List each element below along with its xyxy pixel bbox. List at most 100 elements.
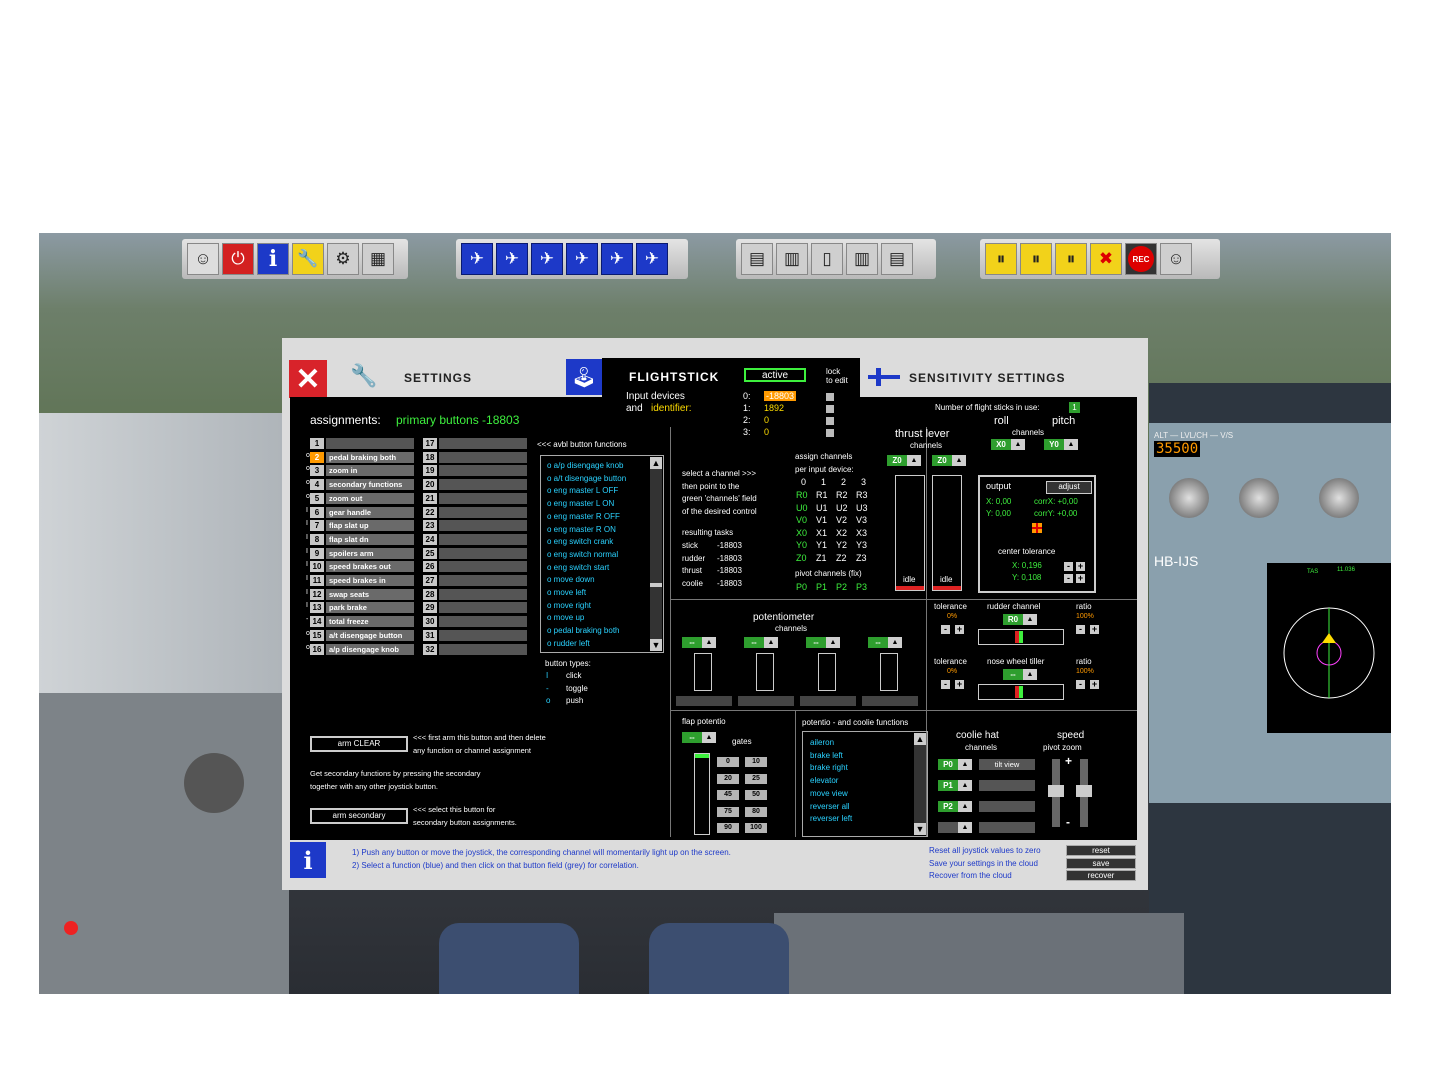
recover-button[interactable]: recover: [1066, 870, 1136, 881]
channel-cell[interactable]: X3: [856, 528, 867, 538]
channel-cell[interactable]: V0: [796, 515, 807, 525]
slot-number[interactable]: 9: [310, 547, 324, 559]
nose-wheel-tolerance-plus[interactable]: +: [955, 680, 964, 689]
rudder-channel[interactable]: R0 ▲: [1003, 614, 1037, 625]
channel-cell[interactable]: X0: [796, 528, 807, 538]
channel-cell[interactable]: V1: [816, 515, 827, 525]
slot-number[interactable]: 18: [423, 451, 437, 463]
slot-function[interactable]: swap seats: [326, 588, 414, 600]
slot-function[interactable]: [326, 438, 414, 449]
gate-value[interactable]: 50: [745, 790, 767, 800]
function-item[interactable]: o move right: [547, 601, 591, 610]
pot-function-item[interactable]: move view: [810, 789, 848, 798]
gate-value[interactable]: 80: [745, 806, 767, 817]
slot-function[interactable]: flap slat up: [326, 520, 414, 532]
pivot-channel-cell[interactable]: P2: [836, 582, 847, 592]
slot-number[interactable]: 10: [310, 561, 324, 573]
slot-function[interactable]: [439, 547, 527, 559]
slot-function[interactable]: speed brakes out: [326, 561, 414, 573]
close-button[interactable]: ✕: [289, 360, 327, 398]
pause-pin-icon[interactable]: ⏸: [985, 243, 1017, 275]
coolie-channel[interactable]: P1 ▲: [938, 780, 972, 791]
pot-function-item[interactable]: reverser left: [810, 814, 852, 823]
slot-function[interactable]: [439, 616, 527, 628]
pot-channel[interactable]: -- ▲: [806, 637, 840, 648]
nose-wheel-ratio-plus[interactable]: +: [1090, 680, 1099, 689]
slot-function[interactable]: [439, 629, 527, 641]
active-toggle[interactable]: active: [744, 368, 806, 382]
coolie-channel[interactable]: P2 ▲: [938, 801, 972, 812]
sticks-in-use-value[interactable]: 1: [1069, 402, 1080, 413]
pilots-2-icon[interactable]: ☺: [1160, 243, 1192, 275]
plane-descent-icon[interactable]: ✈: [601, 243, 633, 275]
plane-landing-icon[interactable]: ✈: [636, 243, 668, 275]
gate-value[interactable]: 10: [745, 757, 767, 767]
slot-function[interactable]: zoom out: [326, 492, 414, 504]
pot-function-item[interactable]: aileron: [810, 738, 834, 747]
channel-cell[interactable]: R3: [856, 490, 868, 500]
channel-cell[interactable]: X2: [836, 528, 847, 538]
channel-cell[interactable]: V2: [836, 515, 847, 525]
coolie-function[interactable]: [979, 822, 1035, 833]
channel-cell[interactable]: U2: [836, 503, 848, 513]
slot-function[interactable]: flap slat dn: [326, 533, 414, 545]
arm-clear-button[interactable]: arm CLEAR: [310, 736, 408, 752]
slot-function[interactable]: [439, 506, 527, 518]
slot-function[interactable]: [439, 465, 527, 477]
reset-button[interactable]: reset: [1066, 845, 1136, 856]
pot-channel[interactable]: -- ▲: [744, 637, 778, 648]
function-item[interactable]: o eng master R OFF: [547, 512, 620, 521]
scroll-down-icon[interactable]: ▼: [914, 823, 926, 835]
nose-wheel-channel[interactable]: -- ▲: [1003, 669, 1037, 680]
slot-function[interactable]: [439, 451, 527, 463]
rudder-tolerance-plus[interactable]: +: [955, 625, 964, 634]
slot-function[interactable]: [439, 479, 527, 491]
channel-cell[interactable]: Z3: [856, 553, 867, 563]
slot-number[interactable]: 14: [310, 616, 324, 628]
slot-function[interactable]: [439, 575, 527, 586]
pot-channel[interactable]: -- ▲: [682, 637, 716, 648]
slot-function[interactable]: [439, 561, 527, 573]
channel-cell[interactable]: Z2: [836, 553, 847, 563]
gate-value[interactable]: 45: [717, 790, 739, 800]
lock-checkbox[interactable]: [826, 417, 834, 425]
slot-function[interactable]: [439, 602, 527, 614]
slot-number[interactable]: 19: [423, 465, 437, 477]
lock-checkbox[interactable]: [826, 405, 834, 413]
gate-value[interactable]: 25: [745, 773, 767, 784]
slot-function[interactable]: [439, 492, 527, 504]
plane-climb-icon[interactable]: ✈: [531, 243, 563, 275]
nose-wheel-bar[interactable]: [978, 684, 1064, 700]
wrench-icon[interactable]: 🔧: [292, 243, 324, 275]
gears-icon[interactable]: ⚙: [327, 243, 359, 275]
slot-number[interactable]: 6: [310, 506, 324, 518]
rudder-tolerance-minus[interactable]: -: [941, 625, 950, 634]
slot-number[interactable]: 16: [310, 643, 324, 655]
channel-cell[interactable]: U1: [816, 503, 828, 513]
slot-number[interactable]: 15: [310, 629, 324, 641]
thrust-channel-left[interactable]: Z0 ▲: [887, 455, 921, 466]
channel-cell[interactable]: Y3: [856, 540, 867, 550]
slot-number[interactable]: 11: [310, 575, 324, 586]
channel-cell[interactable]: R2: [836, 490, 848, 500]
pilots-icon[interactable]: ☺: [187, 243, 219, 275]
panel-4-icon[interactable]: ▥: [846, 243, 878, 275]
pot-function-item[interactable]: brake right: [810, 763, 848, 772]
function-item[interactable]: o move down: [547, 575, 595, 584]
info-icon[interactable]: i: [257, 243, 289, 275]
slot-function[interactable]: [439, 533, 527, 545]
arm-secondary-button[interactable]: arm secondary: [310, 808, 408, 824]
slot-function[interactable]: a/p disengage knob: [326, 643, 414, 655]
scroll-thumb[interactable]: [650, 583, 662, 587]
flap-channel[interactable]: -- ▲: [682, 732, 716, 743]
gate-value[interactable]: 20: [717, 773, 739, 784]
lock-checkbox[interactable]: [826, 429, 834, 437]
channel-cell[interactable]: Y0: [796, 540, 807, 550]
slot-number[interactable]: 3: [310, 465, 324, 477]
camera-icon[interactable]: ▦: [362, 243, 394, 275]
channel-cell[interactable]: Y2: [836, 540, 847, 550]
slot-number[interactable]: 28: [423, 588, 437, 600]
slot-number[interactable]: 2: [310, 451, 324, 463]
rudder-ratio-minus[interactable]: -: [1076, 625, 1085, 634]
slot-function[interactable]: park brake: [326, 602, 414, 614]
